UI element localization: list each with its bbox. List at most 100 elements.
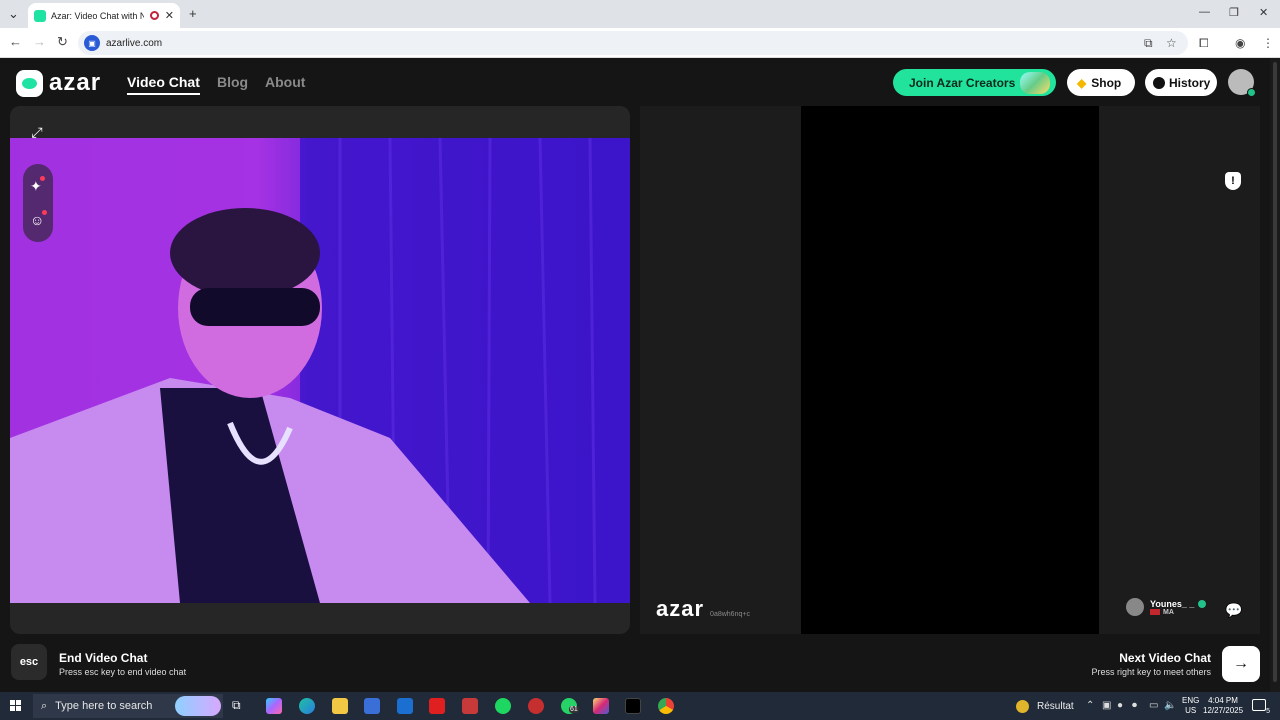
online-dot (1247, 88, 1256, 97)
end-chat-esc-button[interactable]: esc (11, 644, 47, 680)
remote-video-panel: ! azar 0a8wh6nq+c Younes_ _ MA 💬 (640, 106, 1260, 634)
face-filter-icon[interactable]: ☺ (30, 210, 48, 228)
end-video-chat-title: End Video Chat (59, 651, 148, 665)
sparkle-effects-icon[interactable]: ✦ (30, 176, 45, 195)
shop-button[interactable]: ◆ Shop (1067, 69, 1135, 96)
whatsapp-icon[interactable]: 61 (561, 698, 579, 714)
extensions-icon[interactable]: ⧠ (1199, 36, 1209, 51)
windows-start-icon[interactable] (10, 700, 22, 712)
lang-code: ENG (1182, 696, 1200, 705)
notification-center-icon[interactable]: 5 (1252, 699, 1270, 715)
user-avatar-icon[interactable] (1228, 69, 1256, 97)
reload-icon[interactable]: ↻ (57, 34, 68, 50)
nav-about[interactable]: About (265, 74, 305, 90)
history-label: History (1169, 75, 1211, 90)
chrome-icon[interactable] (658, 698, 674, 714)
end-video-chat-hint: Press esc key to end video chat (59, 667, 187, 677)
tiktok-icon[interactable] (625, 698, 641, 714)
join-azar-creators-button[interactable]: Join Azar Creators (893, 69, 1056, 96)
new-tab-icon[interactable]: + (189, 6, 197, 21)
app-icon[interactable] (462, 698, 478, 714)
forward-icon[interactable]: → (33, 34, 46, 49)
azar-watermark: azar 0a8wh6nq+c (656, 596, 750, 622)
effects-toolbar: ✦ ☺ (23, 164, 53, 242)
file-explorer-icon[interactable] (332, 698, 348, 714)
nav-blog[interactable]: Blog (217, 74, 248, 90)
nav-video-chat[interactable]: Video Chat (127, 74, 200, 95)
shop-label: Shop (1091, 75, 1122, 90)
tab-close-icon[interactable]: ✕ (165, 9, 174, 22)
restore-icon[interactable]: ❐ (1229, 6, 1239, 19)
browser-tab[interactable]: Azar: Video Chat with New ✕ (28, 3, 180, 28)
report-shield-icon[interactable]: ! (1225, 172, 1241, 190)
back-icon[interactable]: ← (9, 34, 22, 49)
morocco-flag-icon (1150, 609, 1160, 615)
weather-label: Résultat (1037, 701, 1074, 712)
language-indicator[interactable]: ENG US (1182, 696, 1199, 716)
screen-recorder-icon[interactable] (528, 698, 544, 714)
peer-avatar (1126, 598, 1144, 616)
edge-icon[interactable] (299, 698, 315, 714)
instagram-icon[interactable] (593, 698, 609, 714)
network-icon[interactable]: ▭ (1149, 700, 1158, 711)
tray-app-icon[interactable]: ▣ (1102, 700, 1111, 711)
clock-date: 12/27/2025 (1203, 706, 1244, 715)
install-app-icon[interactable]: ⧉ (1144, 36, 1153, 51)
peer-country: MA (1163, 608, 1174, 616)
weather-widget[interactable]: Résultat (1016, 700, 1074, 713)
lang-region: US (1185, 706, 1197, 715)
bookmark-star-icon[interactable]: ☆ (1166, 36, 1177, 50)
windows-taskbar: ⌕ Type here to search ⧉ 61 Résultat ⌃ ▣ … (0, 692, 1280, 720)
search-placeholder: Type here to search (55, 700, 153, 712)
azar-page: azar Video Chat Blog About Join Azar Cre… (0, 58, 1270, 692)
azar-logo-icon (16, 69, 43, 97)
minimize-icon[interactable]: — (1199, 6, 1210, 18)
azar-logo[interactable]: azar (16, 69, 101, 97)
creators-camera-icon (1020, 72, 1050, 94)
verified-badge-icon (1198, 599, 1207, 608)
url-text: azarlive.com (106, 37, 163, 49)
watermark-text: azar (656, 596, 705, 621)
tray-chevron-icon[interactable]: ⌃ (1086, 700, 1094, 711)
browser-tab-bar: ⌄ Azar: Video Chat with New ✕ + — ❐ ✕ (0, 0, 1280, 28)
copilot-icon[interactable] (266, 698, 282, 714)
join-creators-label: Join Azar Creators (909, 75, 1016, 90)
page-scrollbar[interactable] (1270, 58, 1280, 692)
profile-avatar-icon[interactable]: ◉ (1235, 36, 1245, 50)
tab-title: Azar: Video Chat with New (51, 10, 144, 21)
next-video-chat-button[interactable]: → (1222, 646, 1260, 682)
tab-list-chevron-icon[interactable]: ⌄ (8, 6, 19, 22)
volume-icon[interactable]: 🔈 (1164, 700, 1176, 711)
spotify-icon[interactable] (495, 698, 511, 714)
microphone-icon[interactable]: ⏺ (1132, 700, 1137, 711)
peer-info[interactable]: Younes_ _ MA (1126, 598, 1207, 616)
history-button[interactable]: History (1145, 69, 1217, 96)
tray-recorder-icon[interactable]: ● (1117, 700, 1123, 711)
taskbar-search-box[interactable]: ⌕ Type here to search (33, 694, 223, 718)
notification-count: 5 (1266, 708, 1270, 715)
youtube-icon[interactable] (429, 698, 445, 714)
remote-video-feed (801, 106, 1099, 634)
outlook-icon[interactable] (397, 698, 413, 714)
next-video-chat-title: Next Video Chat (1119, 651, 1211, 665)
expand-icon[interactable]: ⤢ (22, 117, 52, 147)
weather-sun-icon (1016, 700, 1029, 713)
peer-name: Younes_ _ (1150, 598, 1195, 609)
url-field[interactable]: ▣ azarlive.com (78, 31, 1188, 55)
site-info-icon[interactable]: ▣ (84, 35, 100, 51)
azar-favicon-icon (34, 9, 46, 22)
address-bar-row: ← → ↻ ▣ azarlive.com ⧉ ☆ ⧠ ◉ ⋮ (0, 28, 1280, 58)
system-clock[interactable]: 4:04 PM 12/27/2025 (1203, 696, 1243, 716)
azar-logo-text: azar (49, 69, 102, 96)
microsoft-store-icon[interactable] (364, 698, 380, 714)
window-close-icon[interactable]: ✕ (1259, 6, 1268, 19)
browser-menu-icon[interactable]: ⋮ (1262, 36, 1274, 50)
session-id: 0a8wh6nq+c (710, 611, 750, 618)
task-view-icon[interactable]: ⧉ (232, 698, 248, 714)
search-icon: ⌕ (41, 699, 48, 712)
clock-time: 4:04 PM (1208, 696, 1238, 705)
camera-image (10, 138, 630, 603)
clock-icon (1153, 76, 1165, 89)
gem-icon: ◆ (1077, 75, 1087, 90)
chat-bubble-icon[interactable]: 💬 (1222, 598, 1246, 622)
